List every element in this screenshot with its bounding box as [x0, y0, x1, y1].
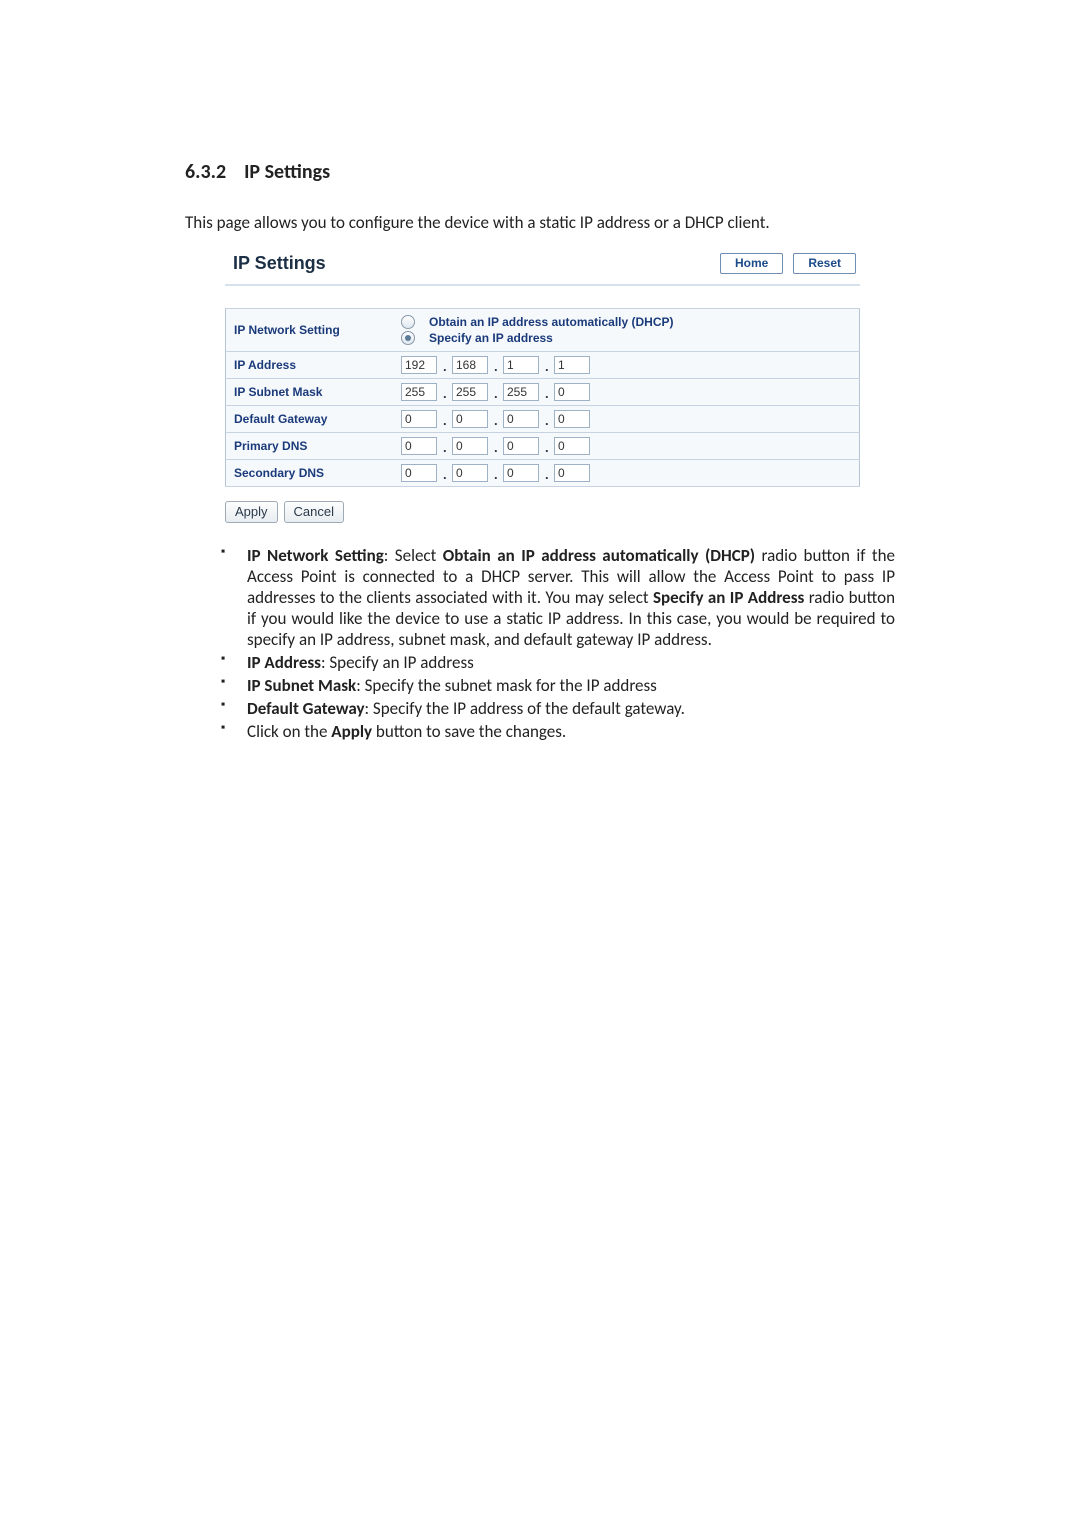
row-default-gateway: Default Gateway 0. 0. 0. 0 — [226, 406, 860, 433]
gateway-o3[interactable]: 0 — [503, 410, 539, 428]
subnet-o1[interactable]: 255 — [401, 383, 437, 401]
radio-dhcp[interactable]: Obtain an IP address automatically (DHCP… — [401, 315, 855, 329]
radio-icon — [401, 331, 415, 345]
value-ip-network-setting: Obtain an IP address automatically (DHCP… — [397, 309, 860, 352]
panel-header: IP Settings Home Reset — [225, 249, 860, 286]
pdns-o3[interactable]: 0 — [503, 437, 539, 455]
value-ip-address: 192. 168. 1. 1 — [397, 352, 860, 379]
reset-button[interactable]: Reset — [793, 253, 856, 274]
gateway-o4[interactable]: 0 — [554, 410, 590, 428]
value-secondary-dns: 0. 0. 0. 0 — [397, 460, 860, 487]
footer-buttons: Apply Cancel — [225, 501, 860, 523]
row-ip-address: IP Address 192. 168. 1. 1 — [226, 352, 860, 379]
panel-buttons: Home Reset — [720, 253, 856, 274]
sdns-o3[interactable]: 0 — [503, 464, 539, 482]
section-number: 6.3.2 — [185, 160, 226, 184]
panel-title: IP Settings — [229, 253, 326, 274]
bullet-ip-address: IP Address: Specify an IP address — [221, 652, 895, 673]
section-heading: 6.3.2 IP Settings — [185, 160, 895, 184]
label-secondary-dns: Secondary DNS — [226, 460, 398, 487]
apply-button[interactable]: Apply — [225, 501, 278, 523]
subnet-o2[interactable]: 255 — [452, 383, 488, 401]
pdns-o4[interactable]: 0 — [554, 437, 590, 455]
ip-settings-panel: IP Settings Home Reset IP Network Settin… — [225, 249, 860, 523]
radio-label-static: Specify an IP address — [429, 331, 553, 345]
row-ip-network-setting: IP Network Setting Obtain an IP address … — [226, 309, 860, 352]
label-default-gateway: Default Gateway — [226, 406, 398, 433]
ip-address-o4[interactable]: 1 — [554, 356, 590, 374]
value-primary-dns: 0. 0. 0. 0 — [397, 433, 860, 460]
value-default-gateway: 0. 0. 0. 0 — [397, 406, 860, 433]
bullet-ip-network-setting: IP Network Setting: Select Obtain an IP … — [221, 545, 895, 650]
section-title: IP Settings — [244, 160, 330, 184]
doc-bullet-list: IP Network Setting: Select Obtain an IP … — [185, 545, 895, 742]
row-primary-dns: Primary DNS 0. 0. 0. 0 — [226, 433, 860, 460]
settings-table: IP Network Setting Obtain an IP address … — [225, 308, 860, 487]
gateway-o2[interactable]: 0 — [452, 410, 488, 428]
row-subnet-mask: IP Subnet Mask 255. 255. 255. 0 — [226, 379, 860, 406]
radio-icon — [401, 315, 415, 329]
sdns-o1[interactable]: 0 — [401, 464, 437, 482]
label-ip-address: IP Address — [226, 352, 398, 379]
ip-address-o1[interactable]: 192 — [401, 356, 437, 374]
pdns-o2[interactable]: 0 — [452, 437, 488, 455]
cancel-button[interactable]: Cancel — [284, 501, 344, 523]
sdns-o4[interactable]: 0 — [554, 464, 590, 482]
radio-static[interactable]: Specify an IP address — [401, 331, 855, 345]
bullet-ip-subnet-mask: IP Subnet Mask: Specify the subnet mask … — [221, 675, 895, 696]
gateway-o1[interactable]: 0 — [401, 410, 437, 428]
subnet-o4[interactable]: 0 — [554, 383, 590, 401]
label-subnet-mask: IP Subnet Mask — [226, 379, 398, 406]
bullet-apply: Click on the Apply button to save the ch… — [221, 721, 895, 742]
label-primary-dns: Primary DNS — [226, 433, 398, 460]
subnet-o3[interactable]: 255 — [503, 383, 539, 401]
ip-address-o2[interactable]: 168 — [452, 356, 488, 374]
sdns-o2[interactable]: 0 — [452, 464, 488, 482]
home-button[interactable]: Home — [720, 253, 783, 274]
ip-address-o3[interactable]: 1 — [503, 356, 539, 374]
radio-label-dhcp: Obtain an IP address automatically (DHCP… — [429, 315, 674, 329]
intro-text: This page allows you to configure the de… — [185, 212, 895, 233]
pdns-o1[interactable]: 0 — [401, 437, 437, 455]
row-secondary-dns: Secondary DNS 0. 0. 0. 0 — [226, 460, 860, 487]
label-ip-network-setting: IP Network Setting — [226, 309, 398, 352]
bullet-default-gateway: Default Gateway: Specify the IP address … — [221, 698, 895, 719]
value-subnet-mask: 255. 255. 255. 0 — [397, 379, 860, 406]
